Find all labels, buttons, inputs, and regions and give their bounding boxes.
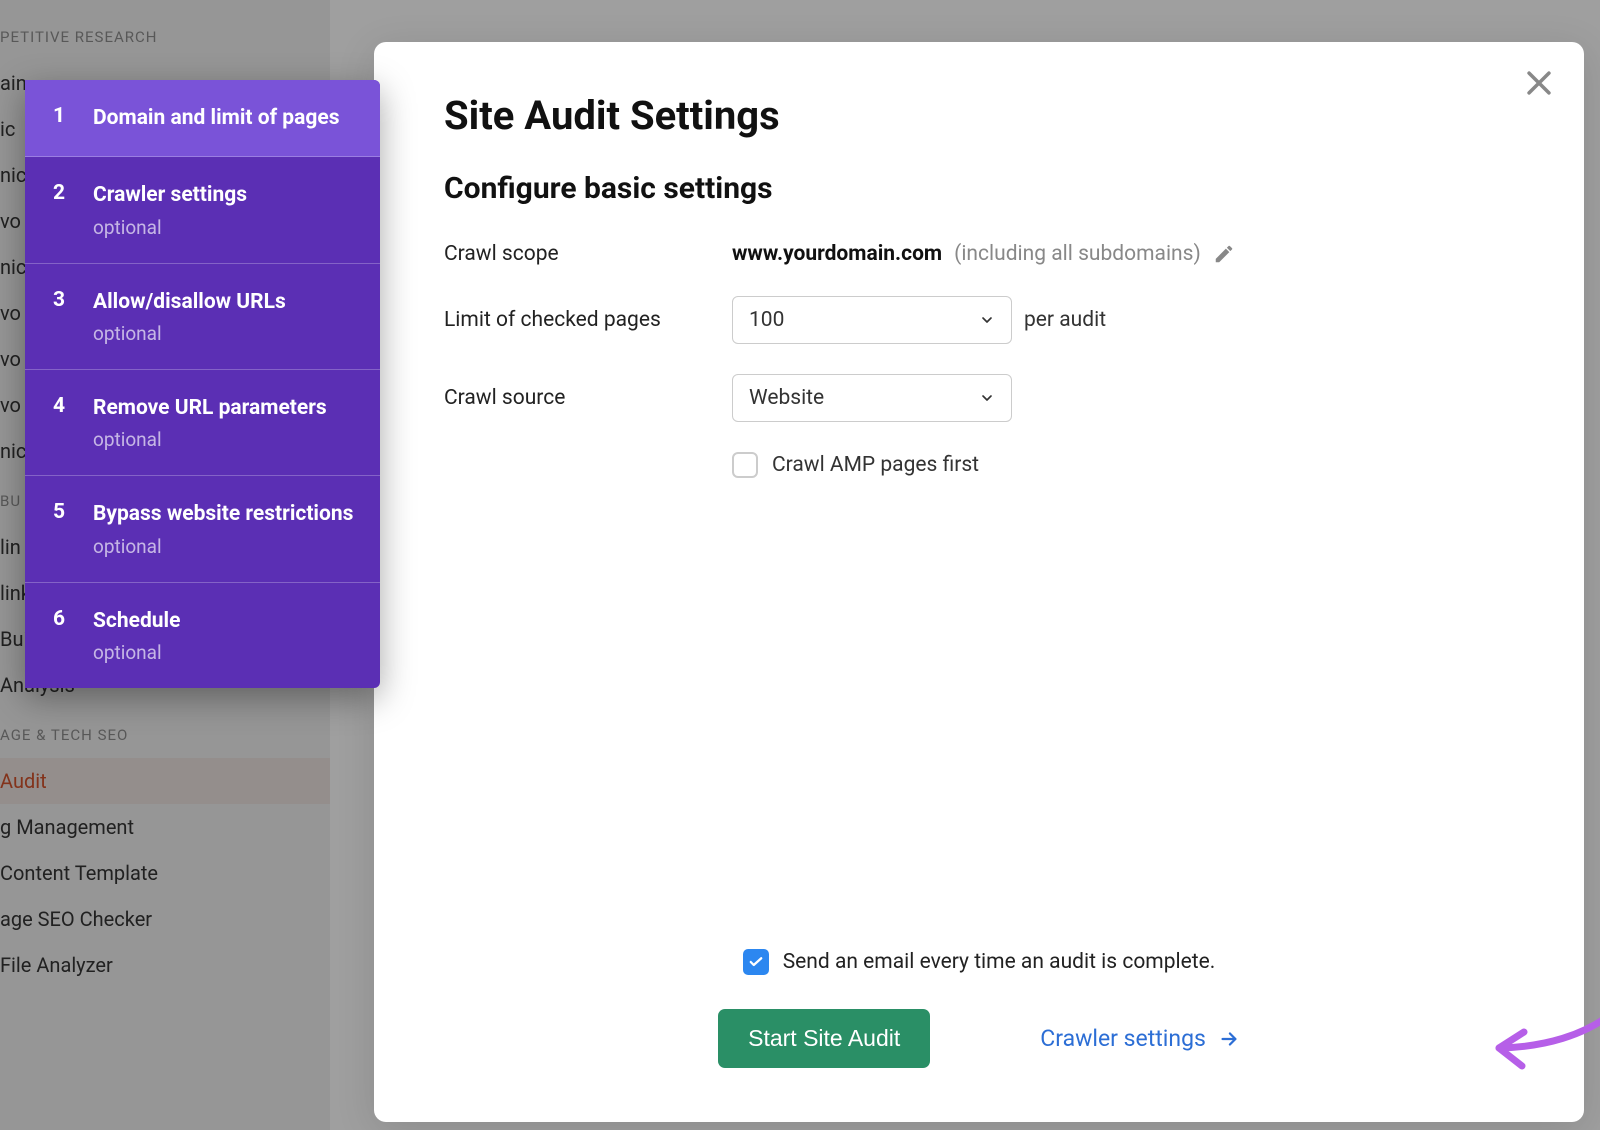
email-notify-label: Send an email every time an audit is com… <box>783 950 1216 974</box>
wizard-step-title: Allow/disallow URLs <box>93 288 360 316</box>
wizard-step-number: 3 <box>53 288 71 345</box>
modal-footer: Send an email every time an audit is com… <box>444 949 1514 1068</box>
wizard-step-number: 2 <box>53 181 71 238</box>
per-audit-label: per audit <box>1024 308 1106 332</box>
crawl-amp-checkbox[interactable] <box>732 452 758 478</box>
arrow-right-icon <box>1218 1028 1240 1050</box>
chevron-down-icon <box>979 390 995 406</box>
limit-pages-row: Limit of checked pages 100 per audit <box>444 296 1514 344</box>
wizard-step-schedule[interactable]: 6 Schedule optional <box>25 583 380 688</box>
site-audit-settings-modal: Site Audit Settings Configure basic sett… <box>374 42 1584 1122</box>
crawl-amp-row[interactable]: Crawl AMP pages first <box>732 452 1514 478</box>
crawler-settings-label: Crawler settings <box>1040 1025 1206 1052</box>
check-icon <box>747 953 765 971</box>
crawl-scope-domain: www.yourdomain.com <box>732 242 942 266</box>
crawl-source-value: Website <box>749 386 824 410</box>
close-icon <box>1522 66 1556 100</box>
crawl-amp-label: Crawl AMP pages first <box>772 453 979 477</box>
crawl-scope-label: Crawl scope <box>444 242 732 266</box>
wizard-step-number: 1 <box>53 104 71 132</box>
crawl-scope-row: Crawl scope www.yourdomain.com (includin… <box>444 242 1514 266</box>
modal-subtitle: Configure basic settings <box>444 171 1514 206</box>
wizard-step-optional: optional <box>93 428 360 451</box>
crawl-scope-note: (including all subdomains) <box>954 242 1201 266</box>
wizard-step-title: Remove URL parameters <box>93 394 360 422</box>
wizard-step-title: Crawler settings <box>93 181 360 209</box>
modal-action-row: Start Site Audit Crawler settings <box>718 1009 1240 1068</box>
limit-pages-label: Limit of checked pages <box>444 308 732 332</box>
wizard-step-optional: optional <box>93 322 360 345</box>
wizard-step-title: Domain and limit of pages <box>93 104 360 132</box>
limit-pages-value: 100 <box>749 308 784 332</box>
pencil-icon <box>1213 243 1235 265</box>
crawl-source-select[interactable]: Website <box>732 374 1012 422</box>
wizard-step-optional: optional <box>93 535 360 558</box>
wizard-step-title: Schedule <box>93 607 360 635</box>
wizard-step-crawler-settings[interactable]: 2 Crawler settings optional <box>25 157 380 263</box>
wizard-step-optional: optional <box>93 641 360 664</box>
wizard-step-optional: optional <box>93 216 360 239</box>
wizard-step-number: 5 <box>53 500 71 557</box>
wizard-step-number: 6 <box>53 607 71 664</box>
wizard-step-number: 4 <box>53 394 71 451</box>
crawler-settings-link[interactable]: Crawler settings <box>1040 1025 1240 1052</box>
chevron-down-icon <box>979 312 995 328</box>
crawl-source-row: Crawl source Website <box>444 374 1514 422</box>
wizard-step-bypass-restrictions[interactable]: 5 Bypass website restrictions optional <box>25 476 380 582</box>
wizard-step-remove-url-params[interactable]: 4 Remove URL parameters optional <box>25 370 380 476</box>
settings-wizard-steps: 1 Domain and limit of pages 2 Crawler se… <box>25 80 380 688</box>
wizard-step-allow-disallow[interactable]: 3 Allow/disallow URLs optional <box>25 264 380 370</box>
limit-pages-select[interactable]: 100 <box>732 296 1012 344</box>
close-button[interactable] <box>1522 66 1556 100</box>
crawl-source-label: Crawl source <box>444 386 732 410</box>
start-site-audit-button[interactable]: Start Site Audit <box>718 1009 930 1068</box>
modal-title: Site Audit Settings <box>444 92 1514 139</box>
wizard-step-title: Bypass website restrictions <box>93 500 360 528</box>
edit-scope-button[interactable] <box>1213 243 1235 265</box>
wizard-step-domain-limit[interactable]: 1 Domain and limit of pages <box>25 80 380 157</box>
email-notify-row[interactable]: Send an email every time an audit is com… <box>743 949 1216 975</box>
email-notify-checkbox[interactable] <box>743 949 769 975</box>
